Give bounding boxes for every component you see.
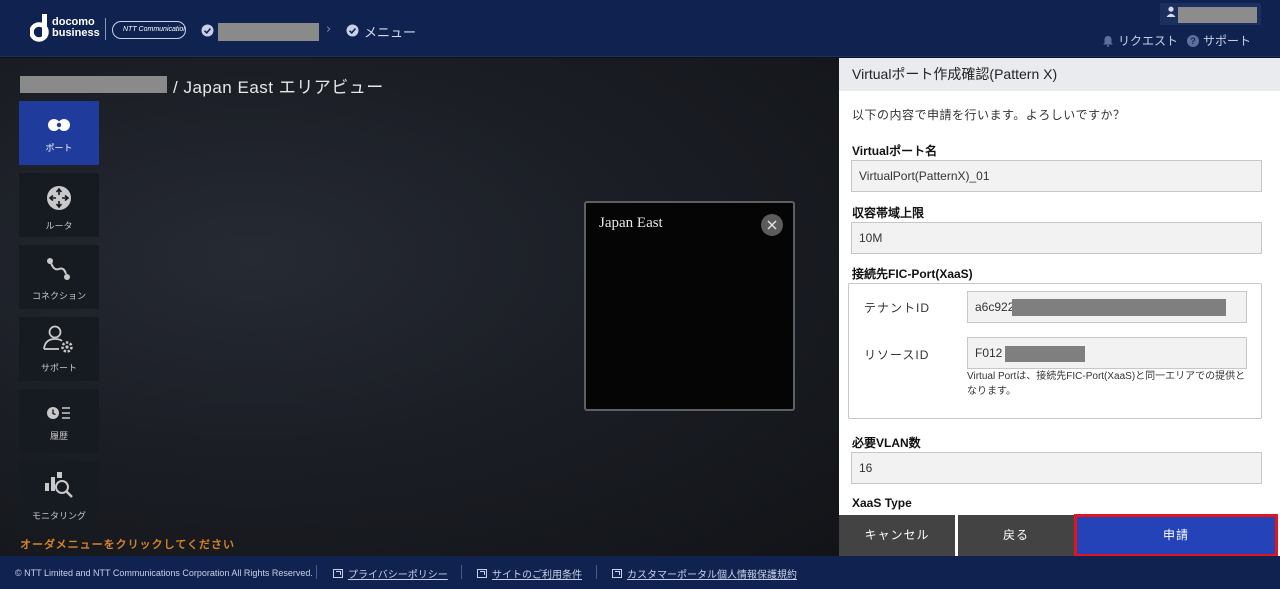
copyright: © NTT Limited and NTT Communications Cor… <box>15 568 313 578</box>
external-link-icon <box>333 569 343 578</box>
tenant-id-label: テナントID <box>864 301 931 315</box>
external-link-icon <box>477 569 487 578</box>
footer-divider <box>596 565 597 579</box>
breadcrumb-redacted[interactable] <box>218 23 319 41</box>
router-icon <box>47 186 71 210</box>
order-menu-hint: オーダメニューをクリックしてください <box>20 539 236 551</box>
request-link[interactable]: リクエスト <box>1102 32 1178 49</box>
check-circle-icon <box>201 24 214 37</box>
user-name-redacted <box>1178 7 1257 23</box>
area-card-title: Japan East <box>599 215 663 231</box>
docomo-business-logo[interactable]: docomo business <box>52 17 100 39</box>
external-link-icon <box>612 569 622 578</box>
port-name-label: Virtualポート名 <box>852 144 938 158</box>
connection-icon <box>47 258 70 280</box>
tenant-id-field: a6c922 <box>967 291 1247 323</box>
docomo-logo-icon[interactable] <box>30 14 50 42</box>
panel-title: Virtualポート作成確認(Pattern X) <box>839 58 1280 91</box>
footer-divider <box>316 565 317 579</box>
top-header: docomo business NTT Communications › メニュ… <box>0 0 1280 57</box>
sidebar-item-router[interactable]: ルータ <box>19 173 99 237</box>
destination-port-card: テナントID a6c922 リソースID F012 Virtual Portは、… <box>848 283 1262 419</box>
submit-button[interactable]: 申請 <box>1074 514 1278 557</box>
tenant-id-redacted <box>1012 299 1226 316</box>
close-button[interactable] <box>761 214 783 236</box>
monitoring-icon <box>45 472 73 498</box>
personal-info-terms-link[interactable]: カスタマーポータル個人情報保護規約 <box>612 566 797 581</box>
sidebar-item-label: ルータ <box>45 221 73 231</box>
footer: © NTT Limited and NTT Communications Cor… <box>0 556 1280 589</box>
sidebar-item-support[interactable]: サポート <box>19 317 99 381</box>
history-icon <box>47 407 70 419</box>
bell-icon <box>1103 35 1113 47</box>
question-icon: ? <box>1187 34 1199 47</box>
support-link[interactable]: ? サポート <box>1187 32 1251 49</box>
resource-id-field: F012 <box>967 337 1247 369</box>
sidebar-item-label: サポート <box>40 363 77 373</box>
resource-id-redacted <box>1005 346 1085 362</box>
confirm-message: 以下の内容で申請を行います。よろしいですか？ <box>852 108 1126 122</box>
user-icon <box>1166 6 1176 17</box>
bandwidth-label: 収容帯域上限 <box>852 206 925 220</box>
panel-scroll-area[interactable]: 以下の内容で申請を行います。よろしいですか？ Virtualポート名 Virtu… <box>839 91 1280 515</box>
vlan-count-label: 必要VLAN数 <box>852 436 921 450</box>
port-name-field: VirtualPort(PatternX)_01 <box>851 160 1262 192</box>
xaas-type-label: XaaS Type <box>852 496 912 510</box>
cancel-button[interactable]: キャンセル <box>839 515 955 556</box>
close-icon <box>767 220 777 230</box>
vlan-count-field: 16 <box>851 452 1262 484</box>
sidebar-item-label: 履歴 <box>49 431 68 441</box>
privacy-policy-link[interactable]: プライバシーポリシー <box>333 566 448 581</box>
area-card-japan-east[interactable]: Japan East <box>584 201 795 411</box>
sidebar-item-connection[interactable]: コネクション <box>19 245 99 309</box>
back-button[interactable]: 戻る <box>958 515 1074 556</box>
page-title: / Japan East エリアビュー <box>173 78 384 97</box>
resource-id-label: リソースID <box>864 348 930 362</box>
sidebar-item-label: コネクション <box>31 291 86 301</box>
panel-button-bar: キャンセル 戻る 申請 <box>839 514 1280 557</box>
title-redacted <box>20 76 167 93</box>
check-circle-icon <box>346 24 359 37</box>
sidebar-item-label: モニタリング <box>31 511 86 521</box>
sidebar-item-port[interactable]: ポート <box>19 101 99 165</box>
breadcrumb-chevron-icon: › <box>326 22 332 37</box>
bandwidth-field: 10M <box>851 222 1262 254</box>
sidebar-item-history[interactable]: 履歴 <box>19 389 99 453</box>
breadcrumb-menu[interactable]: メニュー <box>364 22 416 41</box>
logo-divider <box>105 18 106 40</box>
ntt-communications-logo: NTT Communications <box>112 21 186 39</box>
sidebar-item-label: ポート <box>45 143 73 153</box>
create-confirm-panel: Virtualポート作成確認(Pattern X) 以下の内容で申請を行います。… <box>839 58 1280 557</box>
area-view: / Japan East エリアビュー ポート ルータ コネクション サポート <box>0 58 840 556</box>
sidebar-item-monitoring[interactable]: モニタリング <box>19 461 99 525</box>
site-terms-link[interactable]: サイトのご利用条件 <box>477 566 582 581</box>
footer-divider <box>461 565 462 579</box>
support-user-icon <box>43 325 73 353</box>
destination-port-label: 接続先FIC-Port(XaaS) <box>852 267 973 281</box>
area-note: Virtual Portは、接続先FIC-Port(XaaS)と同一エリアでの提… <box>967 371 1246 397</box>
port-icon <box>48 119 70 131</box>
